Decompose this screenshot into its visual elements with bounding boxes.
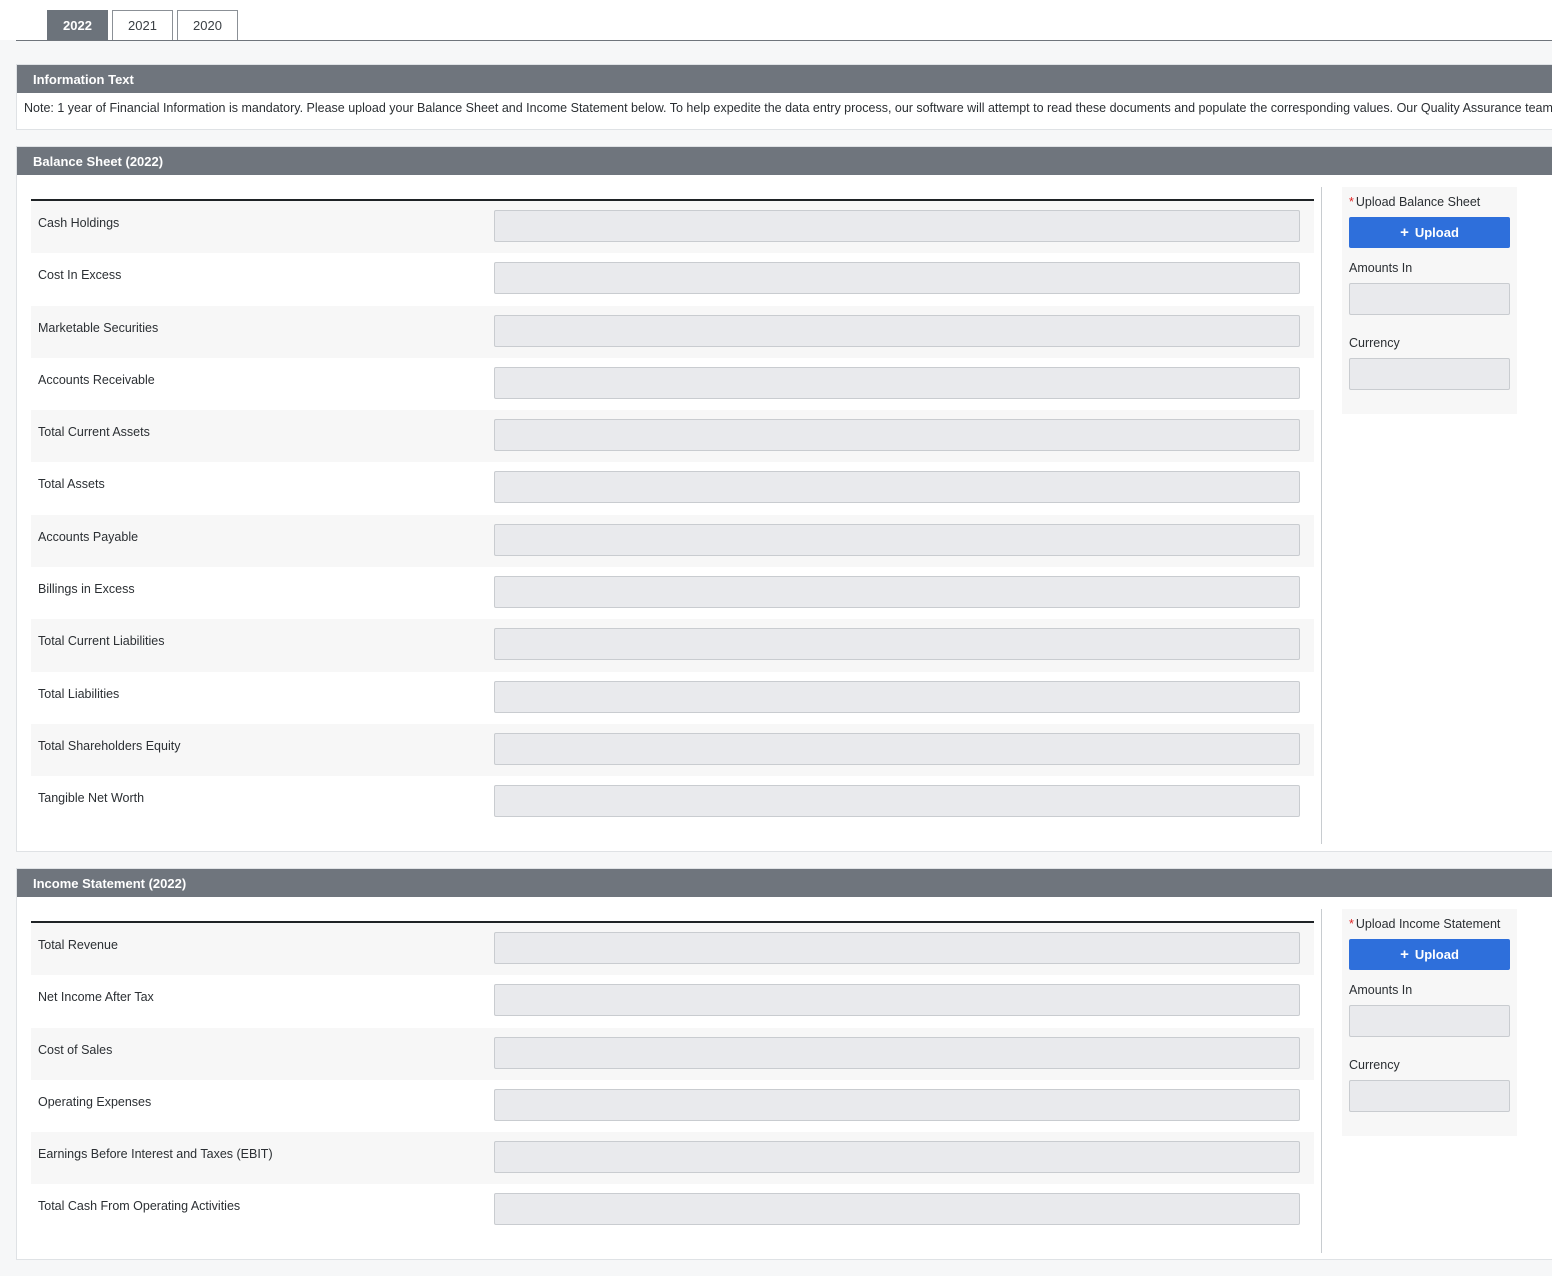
field-row-total-assets: Total Assets <box>31 462 1314 515</box>
tab-2020[interactable]: 2020 <box>177 10 238 40</box>
field-label: Accounts Receivable <box>38 372 155 387</box>
upload-label-text: Upload Balance Sheet <box>1355 195 1481 209</box>
amounts-in-input[interactable] <box>1349 283 1510 315</box>
required-mark: * <box>1349 195 1354 209</box>
field-label: Total Current Assets <box>38 425 150 440</box>
ebit-input[interactable] <box>494 1141 1300 1174</box>
balance-sheet-fields: Cash Holdings Cost In Excess Marketable … <box>31 199 1314 829</box>
total-liabilities-input[interactable] <box>494 680 1300 713</box>
currency-label: Currency <box>1349 1058 1400 1072</box>
field-label: Tangible Net Worth <box>38 791 145 806</box>
currency-label: Currency <box>1349 336 1400 350</box>
field-label: Operating Expenses <box>38 1094 152 1109</box>
tab-2022[interactable]: 2022 <box>47 10 108 40</box>
income-statement-fields: Total Revenue Net Income After Tax Cost … <box>31 921 1314 1237</box>
field-row-cost-in-excess: Cost In Excess <box>31 253 1314 306</box>
cost-in-excess-input[interactable] <box>494 262 1300 295</box>
field-label: Billings in Excess <box>38 582 135 597</box>
amounts-in-label: Amounts In <box>1349 261 1413 275</box>
field-label: Cost In Excess <box>38 268 122 283</box>
field-row-accounts-payable: Accounts Payable <box>31 514 1314 568</box>
year-tabs: 2022 2021 2020 <box>16 0 1552 41</box>
total-current-liabilities-input[interactable] <box>494 628 1300 661</box>
accounts-receivable-input[interactable] <box>494 366 1300 399</box>
field-row-operating-expenses: Operating Expenses <box>31 1079 1314 1133</box>
income-statement-upload-panel: * Upload Income Statement + Upload Amounts… <box>1342 909 1517 1136</box>
field-row-total-current-assets: Total Current Assets <box>31 410 1314 463</box>
plus-icon: + <box>1400 946 1409 963</box>
vertical-divider <box>1321 187 1322 844</box>
field-label: Total Cash From Operating Activities <box>38 1199 241 1214</box>
vertical-divider <box>1321 909 1322 1253</box>
currency-input[interactable] <box>1349 358 1510 390</box>
field-row-cost-of-sales: Cost of Sales <box>31 1027 1314 1080</box>
upload-balance-sheet-button[interactable]: + Upload <box>1349 217 1510 248</box>
upload-label-text: Upload Income Statement <box>1355 917 1501 931</box>
field-label: Cash Holdings <box>38 216 120 230</box>
accounts-payable-input[interactable] <box>494 523 1300 556</box>
field-label: Total Shareholders Equity <box>38 738 181 753</box>
upload-balance-sheet-label: * Upload Balance Sheet <box>1349 195 1510 217</box>
balance-sheet-panel: Balance Sheet (2022) Cash Holdings Cost … <box>16 146 1552 852</box>
field-row-billings-in-excess: Billings in Excess <box>31 567 1314 620</box>
income-statement-title: Income Statement (2022) <box>17 869 1552 897</box>
total-cash-from-operating-activities-input[interactable] <box>494 1193 1300 1226</box>
total-revenue-input[interactable] <box>494 932 1300 964</box>
income-statement-panel: Income Statement (2022) Total Revenue Ne… <box>16 868 1552 1260</box>
cost-of-sales-input[interactable] <box>494 1036 1300 1069</box>
cash-holdings-input[interactable] <box>494 210 1300 242</box>
operating-expenses-input[interactable] <box>494 1088 1300 1121</box>
total-shareholders-equity-input[interactable] <box>494 732 1300 765</box>
information-panel: Information Text Note: 1 year of Financi… <box>16 64 1552 130</box>
information-text: Note: 1 year of Financial Information is… <box>24 101 1552 115</box>
billings-in-excess-input[interactable] <box>494 576 1300 609</box>
field-row-net-income-after-tax: Net Income After Tax <box>31 975 1314 1028</box>
field-row-total-current-liabilities: Total Current Liabilities <box>31 619 1314 672</box>
required-mark: * <box>1349 917 1354 931</box>
field-row-total-liabilities: Total Liabilities <box>31 671 1314 724</box>
field-row-marketable-securities: Marketable Securities <box>31 305 1314 358</box>
field-label: Net Income After Tax <box>38 990 154 1005</box>
information-panel-title: Information Text <box>17 65 1552 93</box>
plus-icon: + <box>1400 224 1409 241</box>
amounts-in-input[interactable] <box>1349 1005 1510 1037</box>
field-row-ebit: Earnings Before Interest and Taxes (EBIT… <box>31 1132 1314 1185</box>
tangible-net-worth-input[interactable] <box>494 785 1300 818</box>
net-income-after-tax-input[interactable] <box>494 984 1300 1017</box>
field-row-total-cash-from-operating-activities: Total Cash From Operating Activities <box>31 1184 1314 1237</box>
balance-sheet-title: Balance Sheet (2022) <box>17 147 1552 175</box>
total-current-assets-input[interactable] <box>494 419 1300 452</box>
field-label: Earnings Before Interest and Taxes (EBIT… <box>38 1147 273 1162</box>
upload-button-label: Upload <box>1414 225 1459 240</box>
field-row-accounts-receivable: Accounts Receivable <box>31 357 1314 411</box>
field-row-total-revenue: Total Revenue <box>31 923 1314 976</box>
upload-income-statement-button[interactable]: + Upload <box>1349 939 1510 970</box>
field-row-total-shareholders-equity: Total Shareholders Equity <box>31 723 1314 777</box>
upload-button-label: Upload <box>1414 947 1459 962</box>
field-row-cash-holdings: Cash Holdings <box>31 201 1314 254</box>
field-label: Marketable Securities <box>38 320 159 335</box>
total-assets-input[interactable] <box>494 471 1300 504</box>
amounts-in-label: Amounts In <box>1349 983 1413 997</box>
upload-income-statement-label: * Upload Income Statement <box>1349 917 1510 939</box>
field-row-tangible-net-worth: Tangible Net Worth <box>31 776 1314 829</box>
field-label: Cost of Sales <box>38 1042 113 1057</box>
tab-2021[interactable]: 2021 <box>112 10 173 40</box>
field-label: Accounts Payable <box>38 529 139 544</box>
currency-input[interactable] <box>1349 1080 1510 1112</box>
field-label: Total Revenue <box>38 938 118 952</box>
field-label: Total Assets <box>38 477 105 492</box>
field-label: Total Current Liabilities <box>38 634 165 649</box>
balance-sheet-upload-panel: * Upload Balance Sheet + Upload Amounts In… <box>1342 187 1517 414</box>
marketable-securities-input[interactable] <box>494 314 1300 347</box>
field-label: Total Liabilities <box>38 686 120 701</box>
